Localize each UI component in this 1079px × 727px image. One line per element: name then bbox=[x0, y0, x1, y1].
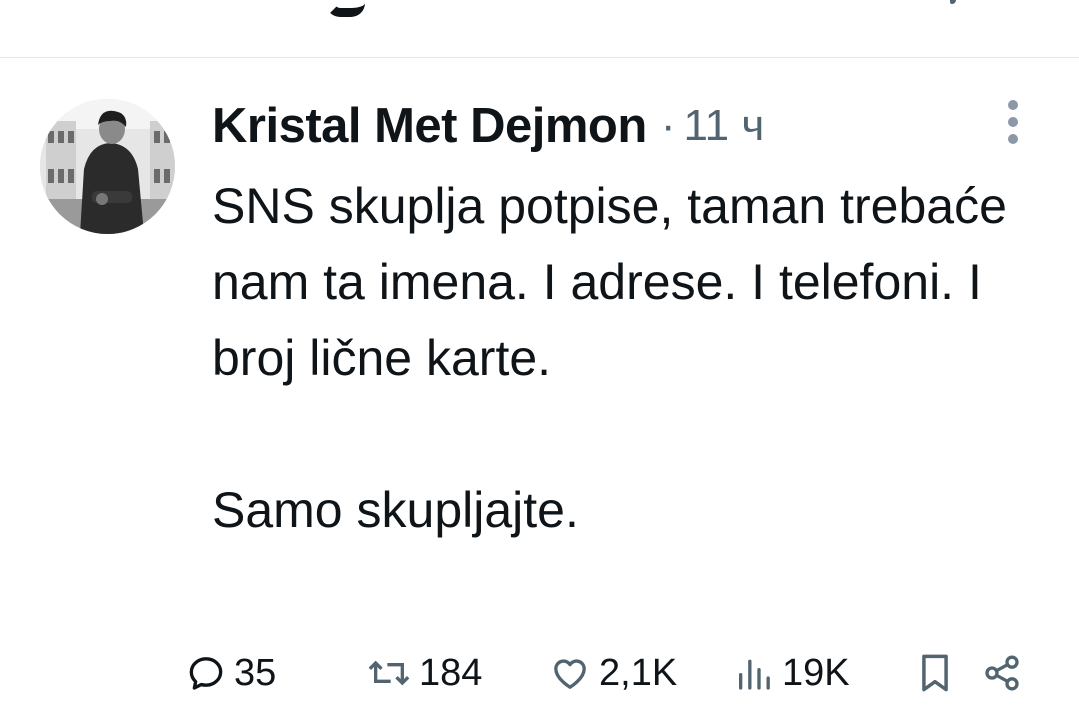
like-count: 2,1K bbox=[599, 651, 678, 694]
like-button[interactable]: 2,1K bbox=[549, 645, 677, 701]
avatar-photo-icon bbox=[40, 99, 175, 234]
avatar[interactable] bbox=[40, 99, 175, 234]
tweet-timestamp[interactable]: 11 ч bbox=[683, 101, 764, 151]
more-dot bbox=[1008, 100, 1018, 110]
more-vertical-icon[interactable] bbox=[996, 100, 1030, 144]
share-icon bbox=[985, 655, 1019, 691]
author-name[interactable]: Kristal Met Dejmon bbox=[212, 98, 647, 154]
reply-count: 35 bbox=[234, 651, 277, 694]
previous-tweet-fragment bbox=[0, 0, 1079, 58]
views-icon bbox=[739, 659, 770, 690]
views-button[interactable]: 19K bbox=[734, 645, 850, 701]
bookmark-icon bbox=[922, 654, 948, 692]
previous-tweet-punctuation-fragment bbox=[950, 0, 956, 4]
meta-separator: · bbox=[660, 101, 676, 150]
retweet-button[interactable]: 184 bbox=[367, 645, 482, 701]
bookmark-button[interactable] bbox=[916, 645, 954, 701]
views-count: 19K bbox=[782, 651, 850, 694]
heart-icon bbox=[554, 659, 586, 689]
retweet-icon bbox=[368, 660, 410, 686]
tweet-header: Kristal Met Dejmon · 11 ч bbox=[212, 96, 764, 156]
reply-icon bbox=[189, 657, 223, 690]
tweet-divider bbox=[0, 57, 1079, 58]
retweet-count: 184 bbox=[419, 651, 483, 694]
tweet-screen: Kristal Met Dejmon · 11 ч SNS skuplja po… bbox=[0, 0, 1079, 727]
more-dot bbox=[1008, 134, 1018, 144]
previous-tweet-text-fragment bbox=[326, 0, 365, 17]
share-button[interactable] bbox=[982, 645, 1022, 701]
more-dot bbox=[1008, 117, 1018, 127]
reply-button[interactable]: 35 bbox=[186, 645, 276, 701]
tweet-actions: 35 184 2,1K 19K bbox=[0, 645, 1079, 701]
tweet-text: SNS skuplja potpise, taman trebaće nam t… bbox=[212, 178, 1007, 538]
